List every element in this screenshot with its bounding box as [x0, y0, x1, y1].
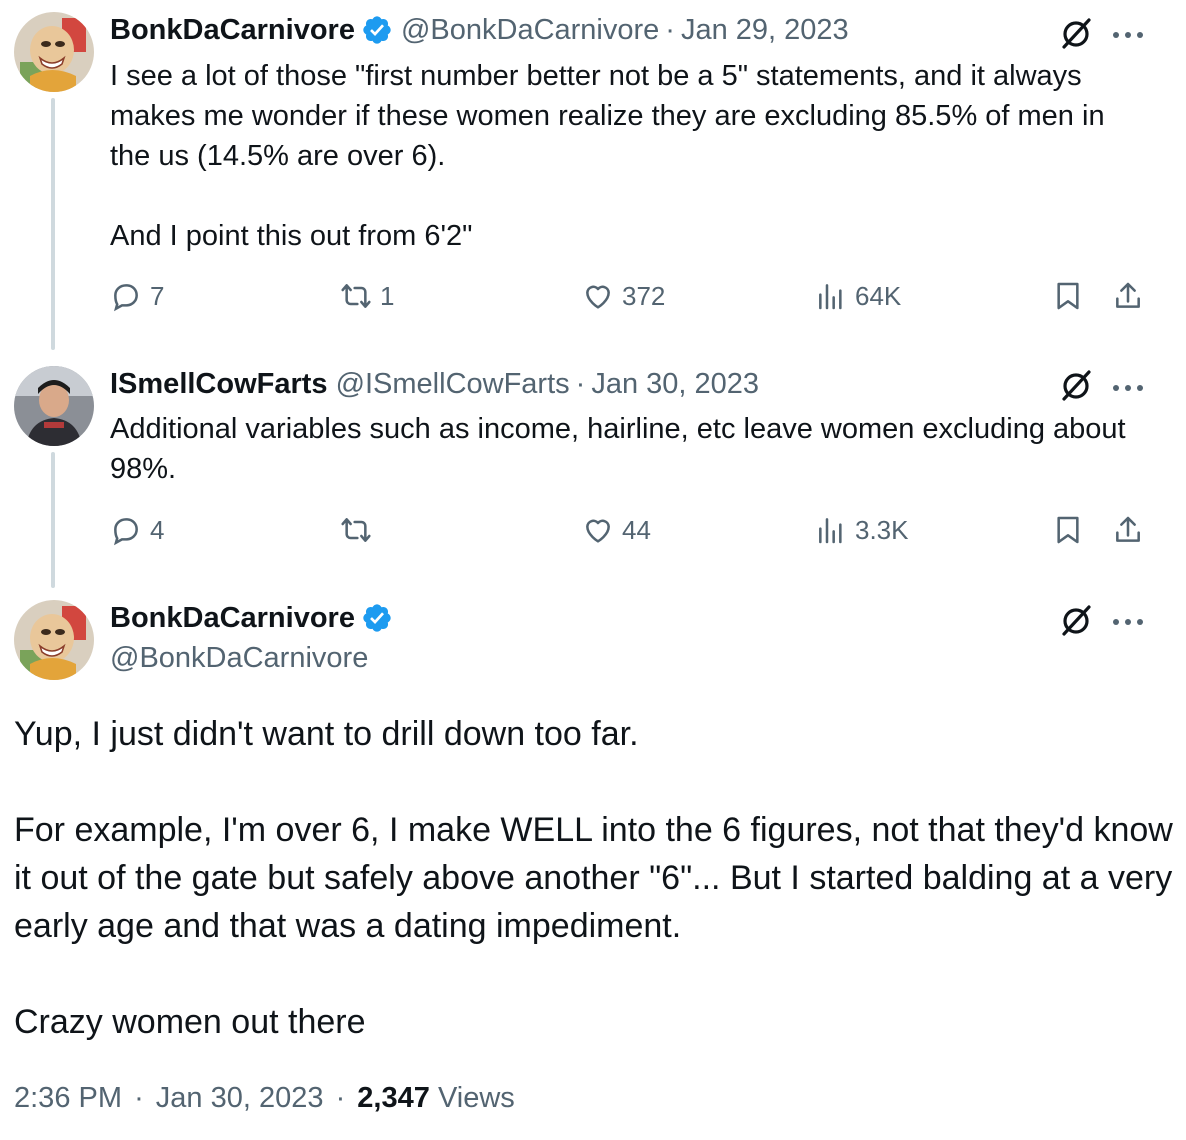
grok-icon[interactable] [1058, 603, 1094, 639]
tweet-date[interactable]: Jan 30, 2023 [156, 1082, 324, 1114]
share-button[interactable] [1112, 514, 1152, 546]
retweet-button[interactable]: 1 [340, 280, 394, 312]
tweet-header: BonkDaCarnivore @BonkDaCarnivore · Jan 2… [110, 12, 849, 48]
avatar[interactable] [14, 12, 94, 92]
verified-badge-icon [361, 14, 393, 46]
more-icon[interactable] [1110, 380, 1146, 396]
verified-badge-icon [361, 602, 393, 634]
views-count: 2,347 [357, 1082, 430, 1114]
retweet-count: 1 [380, 280, 395, 311]
thread-line [51, 98, 55, 350]
share-icon [1116, 516, 1140, 542]
share-button[interactable] [1112, 280, 1152, 312]
main-tweet-name-row: BonkDaCarnivore [110, 600, 401, 636]
views-label: Views [437, 1082, 515, 1114]
reply-count: 7 [150, 280, 165, 311]
handle[interactable]: @ISmellCowFarts [336, 366, 570, 402]
separator-dot: · [575, 368, 586, 400]
main-tweet-handle-row: @BonkDaCarnivore [110, 640, 368, 676]
avatar[interactable] [14, 600, 94, 680]
views-count: 3.3K [855, 514, 909, 545]
handle[interactable]: @BonkDaCarnivore [401, 12, 659, 48]
views-button[interactable]: 3.3K [815, 514, 909, 546]
reply-button[interactable]: 4 [110, 514, 164, 546]
tweet-actions: 7 1 372 64K [110, 280, 1150, 320]
bookmark-icon [1057, 282, 1079, 310]
bookmark-icon [1057, 516, 1079, 544]
tweet-header: ISmellCowFarts @ISmellCowFarts · Jan 30,… [110, 366, 759, 402]
like-count: 372 [622, 280, 666, 311]
timestamp[interactable]: Jan 30, 2023 [591, 366, 759, 402]
reply-icon [113, 284, 138, 312]
reply-button[interactable]: 7 [110, 280, 164, 312]
main-tweet-text: Yup, I just didn't want to drill down to… [14, 715, 1173, 1041]
like-count: 44 [622, 514, 651, 545]
handle[interactable]: @BonkDaCarnivore [110, 640, 368, 676]
grok-icon[interactable] [1058, 368, 1094, 404]
tweet-text: Additional variables such as income, hai… [110, 413, 1134, 485]
heart-icon [586, 519, 610, 543]
display-name[interactable]: BonkDaCarnivore [110, 12, 355, 48]
separator-dot: · [134, 1082, 144, 1114]
more-icon[interactable] [1110, 614, 1146, 630]
views-chart-icon [819, 518, 842, 544]
tweet-time[interactable]: 2:36 PM [14, 1082, 122, 1114]
separator-dot: · [665, 14, 675, 46]
retweet-button[interactable] [340, 514, 380, 546]
display-name[interactable]: ISmellCowFarts [110, 366, 328, 402]
share-icon [1116, 282, 1140, 308]
heart-icon [586, 285, 610, 309]
more-icon[interactable] [1110, 27, 1146, 43]
reply-count: 4 [150, 514, 165, 545]
bookmark-button[interactable] [1052, 280, 1092, 312]
like-button[interactable]: 372 [582, 280, 665, 312]
views-count: 64K [855, 280, 902, 311]
reply-icon [113, 518, 138, 546]
grok-icon[interactable] [1058, 16, 1094, 52]
retweet-icon [341, 284, 371, 308]
tweet-text: I see a lot of those "first number bette… [110, 60, 1105, 252]
like-button[interactable]: 44 [582, 514, 651, 546]
retweet-icon [341, 518, 371, 542]
thread-line [51, 452, 55, 588]
views-button[interactable]: 64K [815, 280, 901, 312]
display-name[interactable]: BonkDaCarnivore [110, 600, 355, 636]
avatar[interactable] [14, 366, 94, 446]
views-chart-icon [819, 284, 842, 310]
tweet-metadata: 2:36 PM · Jan 30, 2023 · 2,347 Views [14, 1078, 515, 1118]
separator-dot: · [335, 1082, 346, 1114]
tweet-actions: 4 44 3.3K [110, 514, 1150, 554]
bookmark-button[interactable] [1052, 514, 1092, 546]
timestamp[interactable]: Jan 29, 2023 [681, 12, 849, 48]
